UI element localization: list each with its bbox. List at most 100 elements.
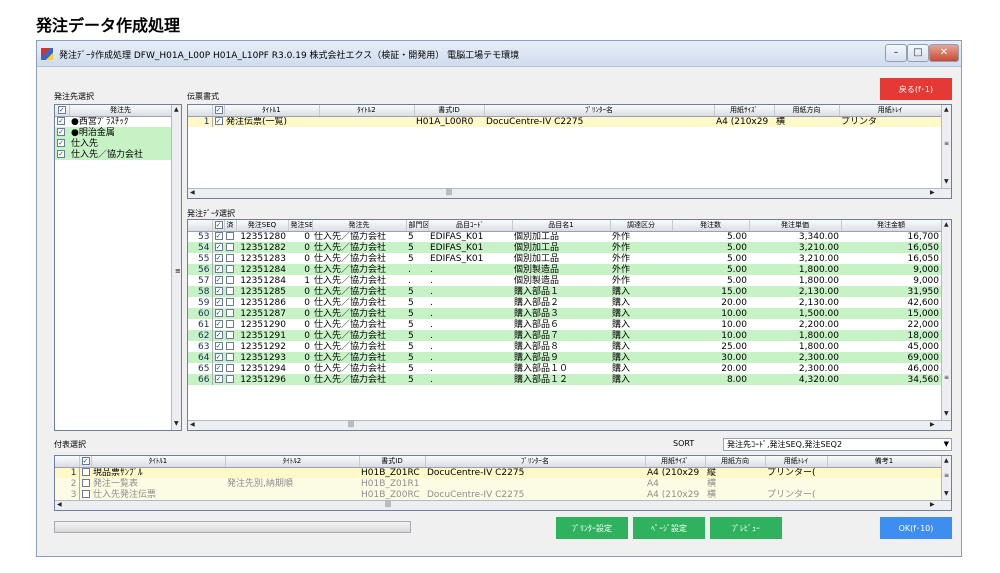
order-row[interactable]: 66 ✓ 12351296 0 仕入先／協力会社 5. 購入部品１２ 購入 8.00 4,320.… — [188, 374, 941, 385]
attach-header-title1[interactable]: ﾀｲﾄﾙ1 — [91, 456, 226, 468]
supplier-row[interactable]: ✓ ●西宮ﾌﾟﾗｽﾁｯｸ — [55, 116, 172, 127]
order-header-proc[interactable]: 調達区分 — [610, 220, 673, 232]
checkbox-cell[interactable]: ✓ — [212, 352, 224, 363]
attachment-row[interactable]: 2 発注一覧表 発注先別,納期順 H01B_Z01R1 A4 横 — [55, 478, 941, 489]
attach-header-printer[interactable]: ﾌﾟﾘﾝﾀｰ名 — [425, 456, 646, 468]
checkbox[interactable]: ✓ — [214, 375, 223, 383]
form-header-title1[interactable]: ﾀｲﾄﾙ1 — [224, 105, 320, 117]
checkbox[interactable]: ✓ — [57, 117, 65, 126]
attachment-row[interactable]: 1 現品票ｻﾝﾌﾟﾙ H01B_Z01RC DocuCentre-IV C2275 A4… — [55, 467, 941, 478]
order-row[interactable]: 61 ✓ 12351290 0 仕入先／協力会社 5. 購入部品６ 購入 10.00 2,200.… — [188, 319, 941, 330]
scroll-down-icon[interactable]: ▼ — [174, 420, 179, 428]
checkbox-cell[interactable]: ✓ — [55, 149, 69, 160]
checkbox-cell[interactable]: ✓ — [212, 286, 224, 297]
done-checkbox[interactable] — [226, 298, 234, 306]
form-header-form-id[interactable]: 書式ID — [414, 105, 485, 117]
done-checkbox[interactable] — [226, 375, 234, 383]
page-settings-button[interactable]: ﾍﾟｰｼﾞ設定 — [633, 517, 705, 539]
checkbox[interactable]: ✓ — [214, 298, 223, 306]
scroll-down-icon[interactable]: ▼ — [944, 410, 949, 418]
order-row[interactable]: 62 ✓ 12351291 0 仕入先／協力会社 5. 購入部品７ 購入 10.00 1,800.… — [188, 330, 941, 341]
scroll-right-icon[interactable]: ▶ — [930, 501, 935, 509]
scroll-right-icon[interactable]: ▶ — [930, 421, 935, 429]
scroll-thumb-icon[interactable]: ||| — [446, 189, 452, 197]
checkbox[interactable] — [81, 468, 90, 477]
attach-vscroll[interactable]: ▲ ≡ ▼ — [941, 456, 951, 500]
minimize-button[interactable]: – — [885, 44, 907, 62]
checkbox-cell[interactable]: ✓ — [212, 341, 224, 352]
checkbox-cell[interactable] — [79, 478, 91, 489]
done-checkbox-cell[interactable] — [224, 352, 236, 363]
done-checkbox-cell[interactable] — [224, 319, 236, 330]
checkbox-cell[interactable]: ✓ — [212, 231, 224, 242]
splitter-grip-icon[interactable]: ≡ — [175, 267, 181, 275]
checkbox-cell[interactable]: ✓ — [55, 116, 69, 127]
supplier-row[interactable]: ✓ ●明治金属 — [55, 127, 172, 138]
scroll-up-icon[interactable]: ▲ — [944, 221, 949, 229]
order-row[interactable]: 64 ✓ 12351293 0 仕入先／協力会社 5. 購入部品９ 購入 30.00 2,300.… — [188, 352, 941, 363]
done-checkbox[interactable] — [226, 232, 234, 241]
supplier-row[interactable]: ✓ 仕入先／協力会社 — [55, 149, 172, 160]
done-checkbox-cell[interactable] — [224, 286, 236, 297]
order-row[interactable]: 57 ✓ 12351284 1 仕入先／協力会社.. 個別製造品 外作 5.00 1,800.0… — [188, 275, 941, 286]
done-checkbox-cell[interactable] — [224, 374, 236, 385]
checkbox-cell[interactable]: ✓ — [212, 275, 224, 286]
close-button[interactable]: ✕ — [929, 44, 959, 62]
form-row[interactable]: 1 ✓ 発注伝票(一覧) H01A_L00R0 DocuCentre-IV C2275 A… — [188, 116, 941, 127]
order-row[interactable]: 55 ✓ 12351283 0 仕入先／協力会社 5 EDIFAS_K01 個別加工品 外作 5.… — [188, 253, 941, 264]
order-row[interactable]: 56 ✓ 12351284 0 仕入先／協力会社.. 個別製造品 外作 5.00 1,800.0… — [188, 264, 941, 275]
form-header-title2[interactable]: ﾀｲﾄﾙ2 — [319, 105, 415, 117]
scroll-thumb-icon[interactable]: ||| — [385, 501, 391, 509]
checkbox[interactable]: ✓ — [57, 150, 65, 158]
check-all-icon[interactable]: ✓ — [55, 105, 70, 117]
order-hscroll[interactable]: ◀ ||| ▶ — [188, 420, 951, 430]
order-row[interactable]: 53 ✓ 12351280 0 仕入先／協力会社 5 EDIFAS_K01 個別加工品 外作 5.… — [188, 231, 941, 242]
done-checkbox-cell[interactable] — [224, 308, 236, 319]
done-checkbox[interactable] — [226, 353, 234, 361]
scroll-down-icon[interactable]: ▼ — [944, 490, 949, 498]
checkbox-cell[interactable]: ✓ — [212, 297, 224, 308]
ok-button[interactable]: OK(f･10) — [880, 517, 952, 539]
scroll-left-icon[interactable]: ◀ — [57, 501, 62, 509]
done-checkbox-cell[interactable] — [224, 330, 236, 341]
attach-hscroll[interactable]: ◀ ||| ▶ — [55, 500, 951, 510]
done-checkbox[interactable] — [226, 287, 234, 295]
preview-button[interactable]: ﾌﾟﾚﾋﾞｭｰ — [710, 517, 782, 539]
checkbox-cell[interactable]: ✓ — [212, 308, 224, 319]
order-header-price[interactable]: 発注単価 — [749, 220, 842, 232]
checkbox-cell[interactable]: ✓ — [55, 127, 69, 138]
checkbox[interactable]: ✓ — [57, 128, 65, 136]
checkbox[interactable] — [81, 479, 90, 487]
form-hscroll[interactable]: ◀ ||| ▶ — [188, 188, 951, 198]
scroll-up-icon[interactable]: ▲ — [174, 106, 179, 114]
order-header-name[interactable]: 品目名1 — [512, 220, 611, 232]
done-checkbox[interactable] — [226, 254, 234, 262]
done-checkbox-cell[interactable] — [224, 297, 236, 308]
checkbox-cell[interactable]: ✓ — [212, 242, 224, 253]
scroll-right-icon[interactable]: ▶ — [930, 189, 935, 197]
supplier-header[interactable]: 発注先 — [69, 105, 173, 117]
done-checkbox[interactable] — [226, 342, 234, 350]
checkbox[interactable]: ✓ — [214, 265, 223, 273]
order-header-dept[interactable]: 部門区分 — [406, 220, 429, 232]
order-header-amount[interactable]: 発注金額 — [841, 220, 942, 232]
checkbox[interactable]: ✓ — [57, 139, 65, 147]
form-header-size[interactable]: 用紙ｻｲｽﾞ — [714, 105, 775, 117]
done-checkbox[interactable] — [226, 276, 234, 284]
checkbox[interactable]: ✓ — [214, 287, 223, 295]
attach-header-title2[interactable]: ﾀｲﾄﾙ2 — [225, 456, 360, 468]
checkbox-cell[interactable] — [79, 467, 91, 478]
done-checkbox[interactable] — [226, 364, 234, 372]
order-row[interactable]: 54 ✓ 12351282 0 仕入先／協力会社 5 EDIFAS_K01 個別加工品 外作 5.… — [188, 242, 941, 253]
checkbox[interactable]: ✓ — [214, 320, 223, 328]
checkbox[interactable]: ✓ — [214, 342, 223, 350]
checkbox[interactable]: ✓ — [214, 117, 223, 126]
done-checkbox-cell[interactable] — [224, 264, 236, 275]
form-header-tray[interactable]: 用紙ﾄﾚｲ — [839, 105, 942, 117]
form-vscroll[interactable]: ▲ ≡ ▼ — [941, 105, 951, 188]
scroll-thumb-icon[interactable]: ||| — [348, 421, 354, 429]
attach-header-orient[interactable]: 用紙方向 — [705, 456, 766, 468]
attach-header-form-id[interactable]: 書式ID — [359, 456, 426, 468]
done-checkbox-cell[interactable] — [224, 242, 236, 253]
order-row[interactable]: 58 ✓ 12351285 0 仕入先／協力会社 5. 購入部品１ 購入 15.00 2,130.… — [188, 286, 941, 297]
